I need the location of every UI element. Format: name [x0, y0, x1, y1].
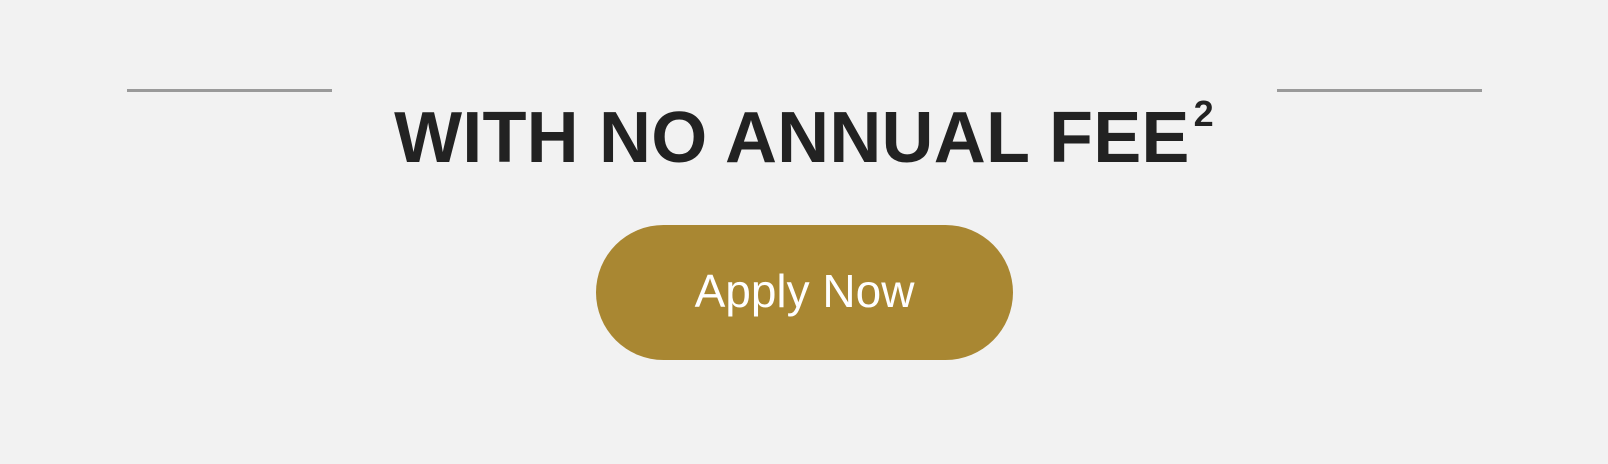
apply-now-label: Apply Now — [694, 264, 915, 317]
right-divider-rule — [1277, 89, 1482, 92]
headline-text: WITH NO ANNUAL FEE — [394, 98, 1190, 179]
left-divider-rule — [127, 89, 332, 92]
apply-now-button[interactable]: Apply Now — [596, 225, 1013, 360]
headline-footnote-marker: 2 — [1193, 93, 1214, 135]
headline: WITH NO ANNUAL FEE 2 — [350, 96, 1258, 179]
